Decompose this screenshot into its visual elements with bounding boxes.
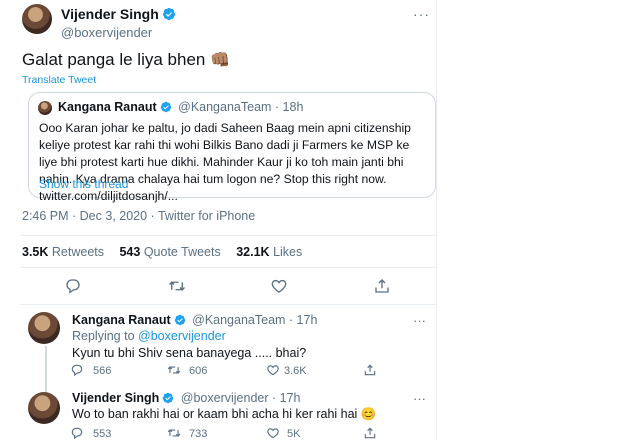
replying-to-handle[interactable]: @boxervijender — [138, 329, 226, 343]
tweet-text-row: Galat panga le liya bhen 👊🏽 — [22, 50, 230, 70]
reply-header: Kangana Ranaut @KanganaTeam · 17h — [72, 313, 317, 327]
like-count: 3.6K — [284, 365, 307, 377]
reply-author-handle[interactable]: @KanganaTeam — [192, 313, 285, 327]
fist-emoji: 👊🏽 — [210, 52, 231, 69]
reply-icon[interactable] — [70, 363, 84, 377]
show-thread-link[interactable]: Show this thread — [39, 177, 128, 191]
reply-count: 553 — [93, 428, 112, 440]
like-icon[interactable] — [266, 426, 280, 440]
share-icon[interactable] — [373, 277, 391, 295]
translate-tweet-link[interactable]: Translate Tweet — [22, 74, 96, 86]
like-icon[interactable] — [266, 363, 280, 377]
verified-icon — [160, 101, 172, 113]
reply-text: Kyun tu bhi Shiv sena banayega ..... bha… — [72, 346, 307, 360]
reply-text-row: Wo to ban rakhi hai or kaam bhi acha hi … — [72, 407, 376, 422]
retweet-count: 606 — [189, 365, 208, 377]
tweet-text: Galat panga le liya bhen — [22, 50, 206, 69]
reply-author-name[interactable]: Vijender Singh — [72, 391, 159, 405]
author-handle[interactable]: @boxervijender — [61, 25, 176, 40]
author-name[interactable]: Vijender Singh — [61, 6, 159, 22]
retweet-icon[interactable] — [167, 426, 181, 440]
reply-avatar[interactable] — [28, 312, 60, 344]
divider — [20, 267, 436, 268]
quoted-age: · 18h — [274, 100, 304, 114]
verified-icon — [162, 7, 176, 21]
reply-age: · 17h — [272, 391, 301, 405]
tweet-detail: Vijender Singh @boxervijender ··· Galat … — [8, 0, 437, 440]
retweets-stat[interactable]: 3.5K Retweets — [22, 245, 104, 259]
divider — [20, 304, 436, 305]
quoted-tweet[interactable]: Kangana Ranaut @KanganaTeam · 18h Ooo Ka… — [28, 92, 436, 203]
quote-tweets-stat[interactable]: 543 Quote Tweets — [119, 245, 220, 259]
likes-stat[interactable]: 32.1K Likes — [236, 245, 302, 259]
smile-emoji: 😊 — [360, 407, 377, 421]
replying-to-line: Replying to @boxervijender — [72, 329, 226, 343]
reply-count: 566 — [93, 365, 112, 377]
like-count: 5K — [287, 428, 301, 440]
more-icon[interactable]: ··· — [413, 391, 426, 406]
reply-age: · 17h — [288, 313, 318, 327]
divider — [20, 235, 436, 236]
share-icon[interactable] — [363, 363, 377, 377]
author-avatar[interactable] — [22, 4, 52, 34]
more-icon[interactable]: ··· — [413, 6, 430, 22]
reply-author-handle[interactable]: @boxervijender — [181, 391, 269, 405]
reply-icon[interactable] — [64, 277, 82, 295]
quoted-tweet-text: Ooo Karan johar ke paltu, jo dadi Saheen… — [39, 121, 411, 203]
author-header: Vijender Singh @boxervijender — [61, 6, 176, 40]
verified-icon — [174, 314, 186, 326]
reply-author-name[interactable]: Kangana Ranaut — [72, 313, 171, 327]
quoted-author-avatar[interactable] — [38, 101, 52, 115]
more-icon[interactable]: ··· — [413, 313, 426, 328]
reply-text: Wo to ban rakhi hai or kaam bhi acha hi … — [72, 407, 358, 421]
tweet-timestamp[interactable]: 2:46 PM · Dec 3, 2020 · Twitter for iPho… — [22, 209, 255, 223]
quoted-author-name[interactable]: Kangana Ranaut — [58, 100, 157, 114]
reply-icon[interactable] — [70, 426, 84, 440]
share-icon[interactable] — [363, 426, 377, 440]
reply-header: Vijender Singh @boxervijender · 17h — [72, 391, 301, 405]
stats-row: 3.5K Retweets 543 Quote Tweets 32.1K Lik… — [22, 245, 302, 259]
quoted-author-handle[interactable]: @KanganaTeam — [178, 100, 271, 114]
replying-prefix: Replying to — [72, 329, 135, 343]
retweet-icon[interactable] — [168, 277, 186, 295]
verified-icon — [162, 392, 174, 404]
like-icon[interactable] — [270, 277, 288, 295]
quoted-header: Kangana Ranaut @KanganaTeam · 18h — [58, 100, 303, 114]
retweet-count: 733 — [189, 428, 208, 440]
thread-line — [45, 346, 47, 392]
reply-avatar[interactable] — [28, 392, 60, 424]
retweet-icon[interactable] — [167, 363, 181, 377]
